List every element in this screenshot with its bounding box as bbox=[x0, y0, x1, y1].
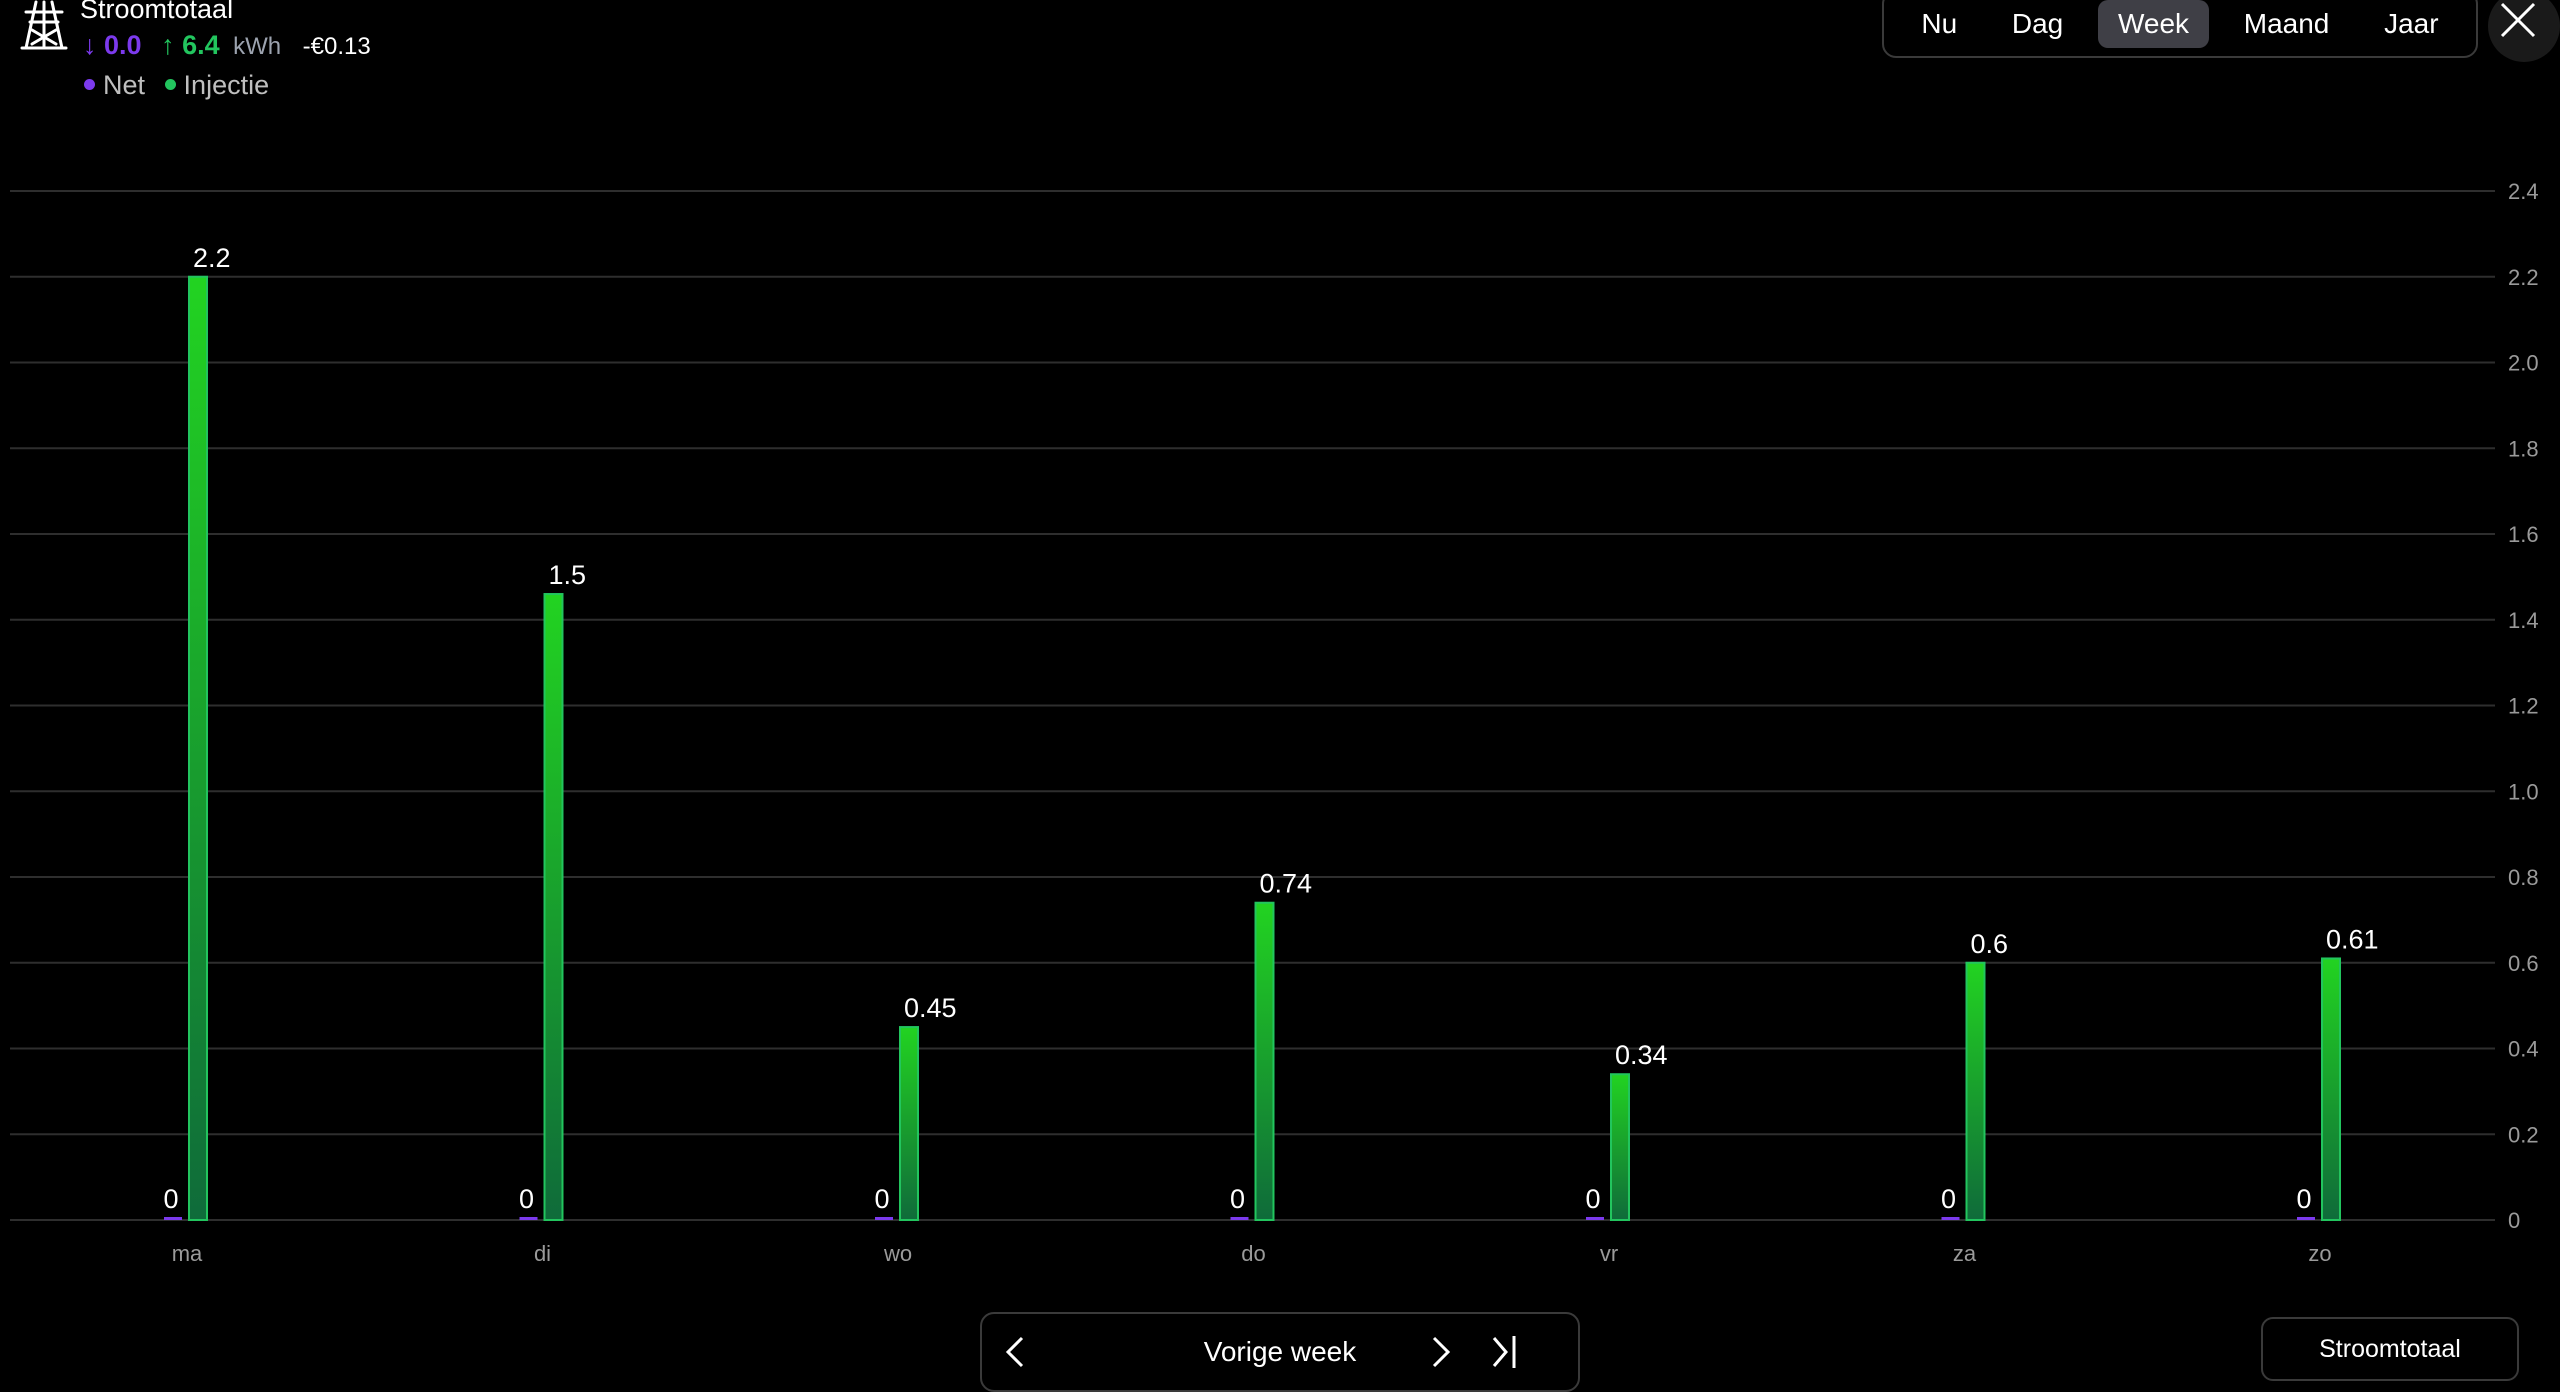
data-label-injectie: 0.6 bbox=[1971, 929, 2009, 959]
y-tick-label: 0.8 bbox=[2508, 865, 2539, 890]
y-tick-label: 0 bbox=[2508, 1208, 2520, 1233]
bar-chart: 0 2.2 0 1.5 0 0.45 0 0.74 0 0.34 0 0.6 0 0.61 0 0.2 0.4… bbox=[10, 179, 2539, 1266]
data-label-net: 0 bbox=[2296, 1184, 2311, 1214]
grid-lines bbox=[10, 190, 2495, 1221]
bar-net bbox=[1230, 1217, 1249, 1220]
energy-week-view: Stroomtotaal ↓ 0.0 ↑ 6.4 kWh -€0.13 Net … bbox=[0, 0, 2560, 1392]
y-tick-label: 1.8 bbox=[2508, 436, 2539, 461]
data-label-injectie: 1.5 bbox=[549, 560, 587, 590]
data-label-net: 0 bbox=[519, 1184, 534, 1214]
y-tick-label: 1.0 bbox=[2508, 779, 2539, 804]
y-tick-label: 1.2 bbox=[2508, 694, 2539, 719]
bars bbox=[164, 275, 2341, 1222]
bar-injectie bbox=[188, 275, 208, 1221]
y-tick-label: 0.2 bbox=[2508, 1122, 2539, 1147]
bar-injectie bbox=[899, 1026, 919, 1221]
data-label-net: 0 bbox=[874, 1184, 889, 1214]
bar-injectie bbox=[1254, 901, 1275, 1221]
y-tick-label: 1.4 bbox=[2508, 608, 2539, 633]
y-tick-label: 2.0 bbox=[2508, 351, 2539, 376]
chevron-right-icon[interactable] bbox=[1418, 1330, 1462, 1374]
data-label-injectie: 0.45 bbox=[904, 993, 957, 1023]
bar-injectie bbox=[543, 593, 564, 1221]
bar-injectie bbox=[2321, 957, 2341, 1222]
x-tick-label: zo bbox=[2308, 1241, 2331, 1266]
data-label-injectie: 0.34 bbox=[1615, 1040, 1668, 1070]
data-label-injectie: 0.74 bbox=[1260, 869, 1313, 899]
x-tick-label: za bbox=[1953, 1241, 1977, 1266]
data-label-net: 0 bbox=[1941, 1184, 1956, 1214]
x-tick-label: wo bbox=[883, 1241, 912, 1266]
x-tick-label: ma bbox=[172, 1241, 203, 1266]
y-tick-label: 2.2 bbox=[2508, 265, 2539, 290]
bar-net bbox=[1586, 1217, 1604, 1220]
y-tick-label: 0.4 bbox=[2508, 1037, 2539, 1062]
week-navigation: Vorige week bbox=[980, 1312, 1580, 1392]
y-tick-label: 2.4 bbox=[2508, 179, 2539, 204]
data-label-net: 0 bbox=[1230, 1184, 1245, 1214]
data-label-injectie: 2.2 bbox=[193, 243, 231, 273]
data-label-net: 0 bbox=[1585, 1184, 1600, 1214]
chevron-left-icon[interactable] bbox=[994, 1330, 1038, 1374]
y-tick-label: 0.6 bbox=[2508, 951, 2539, 976]
bar-net bbox=[2297, 1217, 2315, 1220]
source-button[interactable]: Stroomtotaal bbox=[2261, 1317, 2519, 1381]
skip-to-end-icon[interactable] bbox=[1482, 1330, 1526, 1374]
x-tick-label: do bbox=[1241, 1241, 1265, 1266]
x-tick-label: vr bbox=[1600, 1241, 1618, 1266]
bar-net bbox=[875, 1217, 893, 1220]
bar-net bbox=[1941, 1217, 1960, 1220]
bar-net bbox=[164, 1217, 182, 1220]
x-tick-label: di bbox=[534, 1241, 551, 1266]
bar-net bbox=[519, 1217, 538, 1220]
axis-labels: 0 0.2 0.4 0.6 0.8 1.0 1.2 1.4 1.6 1.8 2.0 2.2 2.4 ma d… bbox=[172, 179, 2539, 1266]
bar-injectie bbox=[1610, 1073, 1630, 1221]
y-tick-label: 1.6 bbox=[2508, 522, 2539, 547]
bar-injectie bbox=[1965, 961, 1986, 1221]
data-label-injectie: 0.61 bbox=[2326, 924, 2379, 954]
data-label-net: 0 bbox=[163, 1184, 178, 1214]
